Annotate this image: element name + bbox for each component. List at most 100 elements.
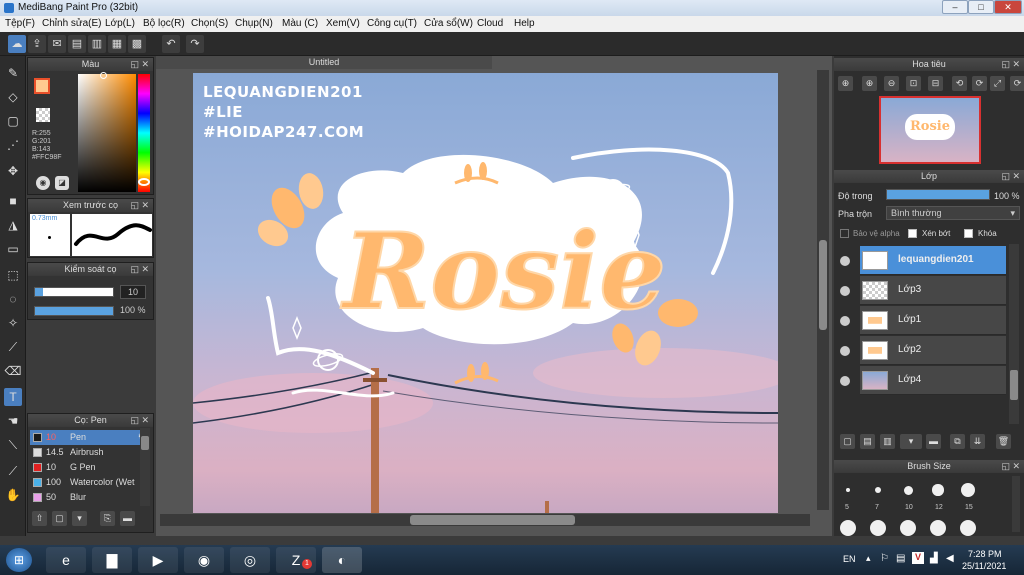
- color-picker-icon[interactable]: ◪: [55, 176, 69, 190]
- actual-size-icon[interactable]: ⊟: [928, 76, 943, 91]
- gradient-tool-icon[interactable]: ▭: [4, 240, 22, 258]
- medibang-icon[interactable]: ◐: [322, 547, 362, 573]
- layer-visibility-icon[interactable]: [840, 256, 850, 266]
- menu-capture[interactable]: Chụp(N): [235, 18, 273, 29]
- foreground-color-swatch[interactable]: [34, 78, 50, 94]
- brush-opacity-slider[interactable]: [34, 306, 114, 316]
- dot-tool-icon[interactable]: ⋰: [4, 136, 22, 154]
- clock-date[interactable]: 25/11/2021: [962, 561, 1006, 571]
- menu-color[interactable]: Màu (C): [282, 18, 318, 29]
- maximize-button[interactable]: □: [968, 0, 994, 14]
- panel-close-icon[interactable]: ◱ ✕: [130, 58, 149, 71]
- brush-settings-icon[interactable]: ⎘: [100, 511, 115, 526]
- volume-icon[interactable]: ◀: [946, 553, 954, 564]
- brush-size-option[interactable]: [846, 488, 850, 492]
- brush-size-option[interactable]: [840, 520, 856, 536]
- document-tab[interactable]: Untitled: [156, 56, 492, 69]
- comment-icon[interactable]: ✉: [48, 35, 66, 53]
- menu-window[interactable]: Cửa sổ(W): [424, 18, 473, 29]
- undo-icon[interactable]: ↶: [162, 35, 180, 53]
- brush-item[interactable]: 10Pen⚙: [30, 430, 150, 445]
- lock-checkbox[interactable]: [964, 229, 973, 238]
- transparent-swatch[interactable]: [36, 108, 50, 122]
- close-button[interactable]: ✕: [994, 0, 1022, 14]
- navigator-thumbnail[interactable]: Rosie: [879, 96, 981, 164]
- artwork-canvas[interactable]: LEQUANGDIEN201 #LIE #HOIDAP247.COM Rosie: [193, 73, 778, 513]
- vietkey-icon[interactable]: V: [912, 552, 924, 564]
- saturation-value-picker[interactable]: [78, 74, 136, 192]
- magic-wand-icon[interactable]: ✧: [4, 314, 22, 332]
- menu-help[interactable]: Help: [514, 18, 535, 29]
- brush-size-option[interactable]: [903, 485, 913, 495]
- menu-layer[interactable]: Lớp(L): [105, 18, 135, 29]
- new-8bit-layer-icon[interactable]: ▥: [880, 434, 895, 449]
- new-halftone-layer-icon[interactable]: ▤: [860, 434, 875, 449]
- menu-file[interactable]: Tệp(F): [5, 18, 35, 29]
- hue-slider[interactable]: [138, 74, 150, 192]
- palette-icon[interactable]: ◉: [36, 176, 50, 190]
- lasso-tool-icon[interactable]: ◌: [4, 290, 22, 308]
- brush-size-input[interactable]: 10: [120, 285, 146, 299]
- document-icon[interactable]: ▤: [68, 35, 86, 53]
- minimize-button[interactable]: –: [942, 0, 968, 14]
- layer-row[interactable]: Lớp3: [860, 276, 1006, 305]
- layer-row[interactable]: Lớp2: [860, 336, 1006, 365]
- zoom-out-icon[interactable]: ⊕: [862, 76, 877, 91]
- brush-item[interactable]: 14.5 Airbrush: [30, 445, 150, 460]
- layer-visibility-icon[interactable]: [840, 346, 850, 356]
- select-pen-icon[interactable]: ⟋: [4, 338, 22, 356]
- pages-icon[interactable]: ▦: [108, 35, 126, 53]
- reset-icon[interactable]: ⟳: [1010, 76, 1024, 91]
- operation-tool-icon[interactable]: ☚: [4, 412, 22, 430]
- protect-alpha-checkbox[interactable]: [840, 229, 849, 238]
- select-eraser-icon[interactable]: ⌫: [4, 362, 22, 380]
- panel-close-icon[interactable]: ◱ ✕: [130, 414, 149, 427]
- cloud-icon[interactable]: ☁: [8, 35, 26, 53]
- delete-layer-icon[interactable]: 🗑: [996, 434, 1011, 449]
- menu-filter[interactable]: Bộ lọc(R): [143, 18, 185, 29]
- flip-icon[interactable]: ⤢: [990, 76, 1005, 91]
- text-tool-icon[interactable]: T: [4, 388, 22, 406]
- layer-row[interactable]: Lớp1: [860, 306, 1006, 335]
- menu-tools[interactable]: Công cụ(T): [367, 18, 417, 29]
- brush-size-option[interactable]: [900, 520, 916, 536]
- fit-window-icon[interactable]: ⊡: [906, 76, 921, 91]
- redo-icon[interactable]: ↷: [186, 35, 204, 53]
- panel-close-icon[interactable]: ◱ ✕: [1001, 58, 1020, 71]
- menu-select[interactable]: Chọn(S): [191, 18, 228, 29]
- menu-cloud[interactable]: Cloud: [477, 18, 503, 29]
- layer-scrollbar[interactable]: [1009, 244, 1019, 424]
- canvas-vertical-scrollbar[interactable]: [817, 70, 829, 510]
- flag-icon[interactable]: ⚐: [880, 553, 889, 564]
- brush-options-icon[interactable]: ▾: [72, 511, 87, 526]
- bucket-tool-icon[interactable]: ◮: [4, 216, 22, 234]
- chrome-icon[interactable]: ◉: [184, 547, 224, 573]
- rotate-left-icon[interactable]: ⟲: [952, 76, 967, 91]
- brush-size-option[interactable]: [930, 520, 946, 536]
- brush-folder-icon[interactable]: ▬: [120, 511, 135, 526]
- sv-cursor[interactable]: [100, 72, 107, 79]
- new-layer-icon[interactable]: ▢: [840, 434, 855, 449]
- hand-tool-icon[interactable]: ✋: [4, 486, 22, 504]
- layer-visibility-icon[interactable]: [840, 376, 850, 386]
- ie-icon[interactable]: e: [46, 547, 86, 573]
- new-folder-icon[interactable]: ▬: [926, 434, 941, 449]
- zalo-icon[interactable]: Z1: [276, 547, 316, 573]
- scrollbar-thumb[interactable]: [141, 436, 149, 450]
- network-icon[interactable]: ▟: [930, 553, 938, 564]
- brush-size-option[interactable]: [874, 486, 882, 494]
- panel-close-icon[interactable]: ◱ ✕: [1001, 460, 1020, 473]
- fill-rect-tool-icon[interactable]: ■: [4, 192, 22, 210]
- layer-opacity-slider[interactable]: [886, 189, 990, 200]
- rotate-right-icon[interactable]: ⟳: [972, 76, 987, 91]
- divide-tool-icon[interactable]: ⟍: [4, 436, 22, 454]
- panel-close-icon[interactable]: ◱ ✕: [130, 199, 149, 212]
- duplicate-layer-icon[interactable]: ⧉: [950, 434, 965, 449]
- zoom-in-icon[interactable]: ⊕: [838, 76, 853, 91]
- layer-menu-icon[interactable]: ▾: [900, 434, 922, 449]
- clipping-checkbox[interactable]: [908, 229, 917, 238]
- document-tray-icon[interactable]: ▤: [896, 553, 905, 564]
- new-brush-icon[interactable]: ▢: [52, 511, 67, 526]
- panel-close-icon[interactable]: ◱ ✕: [1001, 170, 1020, 183]
- blend-mode-select[interactable]: Bình thường ▾: [886, 206, 1020, 220]
